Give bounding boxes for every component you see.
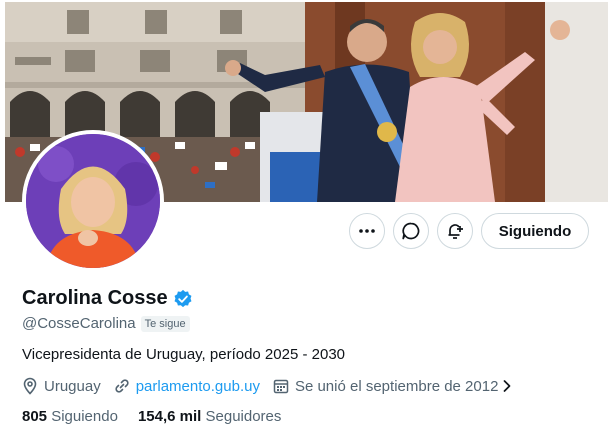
verified-badge-icon[interactable] — [173, 289, 193, 309]
profile-meta: Uruguay parlamento.gub.uy Se unió el sep… — [22, 377, 531, 395]
display-name: Carolina Cosse — [22, 287, 168, 309]
profile-name-row: Carolina Cosse — [22, 287, 193, 310]
handle-row: @CosseCarolina Te sigue — [22, 315, 190, 332]
following-count: 805 — [22, 408, 48, 425]
followers-stat[interactable]: 154,6 mil Seguidores — [138, 408, 281, 425]
chevron-right-icon[interactable] — [502, 379, 518, 393]
following-button[interactable]: Siguiendo — [481, 213, 589, 249]
message-button[interactable] — [393, 213, 429, 249]
followers-label: Seguidores — [205, 408, 282, 425]
location-item: Uruguay — [22, 377, 101, 395]
joined-item[interactable]: Se unió el septiembre de 2012 — [273, 378, 518, 395]
location-pin-icon — [23, 377, 37, 395]
profile-page: Siguiendo Carolina Cosse @CosseCarolina … — [5, 0, 608, 430]
bell-plus-icon — [448, 224, 463, 239]
website-link[interactable]: parlamento.gub.uy — [136, 378, 260, 395]
following-stat[interactable]: 805 Siguiendo — [22, 408, 118, 425]
calendar-icon — [273, 379, 289, 394]
avatar[interactable] — [22, 130, 164, 272]
notifications-button[interactable] — [437, 213, 473, 249]
link-icon — [115, 379, 129, 393]
bio: Vicepresidenta de Uruguay, período 2025 … — [22, 346, 346, 363]
message-icon — [402, 222, 420, 240]
location-text: Uruguay — [44, 377, 101, 395]
website-item[interactable]: parlamento.gub.uy — [114, 378, 260, 395]
followers-count: 154,6 mil — [137, 408, 202, 425]
follows-you-badge: Te sigue — [140, 315, 190, 332]
follow-stats: 805 Siguiendo 154,6 mil Seguidores — [22, 408, 301, 425]
more-button[interactable] — [349, 213, 385, 249]
more-icon — [359, 229, 375, 233]
handle: @CosseCarolina — [22, 315, 136, 332]
following-label: Siguiendo — [51, 408, 118, 425]
joined-text: Se unió el septiembre de 2012 — [294, 377, 499, 395]
